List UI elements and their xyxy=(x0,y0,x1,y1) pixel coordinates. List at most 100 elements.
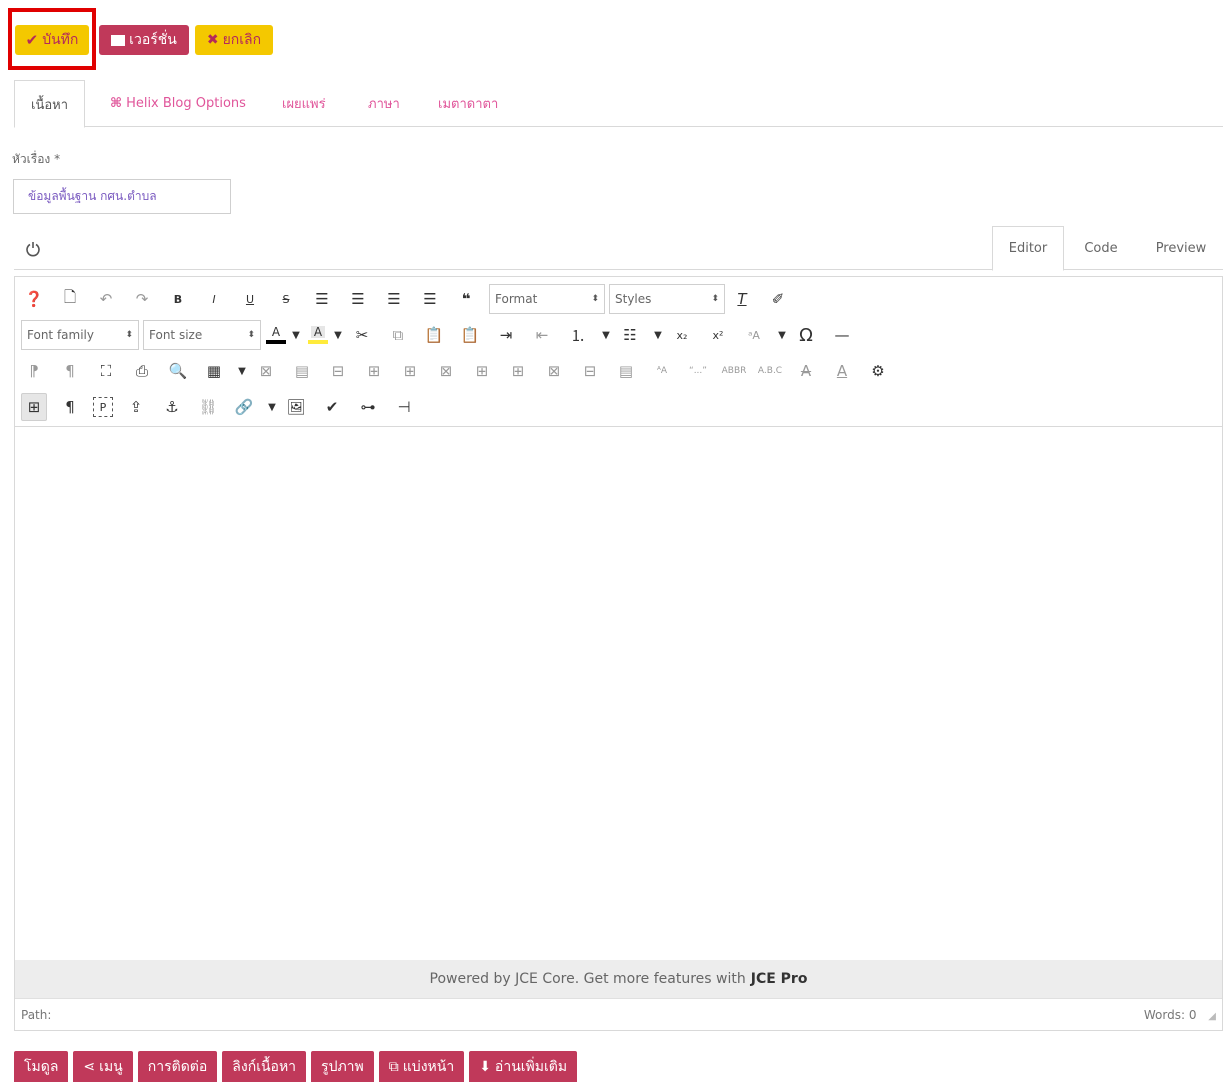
chevron-down-icon[interactable]: ▼ xyxy=(333,321,343,349)
table-row-before-icon[interactable]: ⊞ xyxy=(361,357,387,385)
gear-icon[interactable]: ⚙ xyxy=(865,357,891,385)
module-button[interactable]: โมดูล xyxy=(14,1051,69,1082)
font-family-select[interactable]: Font family ⬍ xyxy=(21,320,139,350)
chevron-down-icon[interactable]: ▼ xyxy=(653,321,663,349)
help-icon[interactable]: ❓ xyxy=(21,285,47,313)
page-break-icon[interactable]: ⊶ xyxy=(355,393,381,421)
delete-text-icon[interactable]: A xyxy=(793,357,819,385)
page-break-button[interactable]: ⧉ แบ่งหน้า xyxy=(378,1051,465,1082)
undo-icon[interactable]: ↶ xyxy=(93,285,119,313)
chevron-down-icon[interactable]: ▼ xyxy=(291,321,301,349)
special-character-icon[interactable]: Ω xyxy=(793,321,819,349)
bold-icon[interactable]: B xyxy=(165,285,191,313)
align-center-icon[interactable]: ☰ xyxy=(345,285,371,313)
contact-button[interactable]: การติดต่อ xyxy=(137,1051,218,1082)
table-icon[interactable]: ▦ xyxy=(201,357,227,385)
copy-icon[interactable]: ⧉ xyxy=(385,321,411,349)
table-merge-cells-icon[interactable]: ▤ xyxy=(613,357,639,385)
tab-content[interactable]: เนื้อหา xyxy=(14,80,86,128)
rtl-icon[interactable]: ¶ xyxy=(57,357,83,385)
paste-icon[interactable]: 📋 xyxy=(421,321,447,349)
save-button[interactable]: ✔ บันทึก xyxy=(15,25,89,55)
table-delete-row-icon[interactable]: ⊠ xyxy=(433,357,459,385)
blockquote-icon[interactable]: ❝ xyxy=(453,285,479,313)
text-color-button[interactable]: A xyxy=(265,326,287,344)
cut-icon[interactable]: ✂ xyxy=(349,321,375,349)
new-document-icon[interactable]: 🗋 xyxy=(57,285,83,313)
article-link-button[interactable]: ลิงก์เนื้อหา xyxy=(222,1051,307,1082)
table-col-after-icon[interactable]: ⊞ xyxy=(505,357,531,385)
spellcheck-icon[interactable]: ✔ xyxy=(319,393,345,421)
table-cell-props-icon[interactable]: ⊟ xyxy=(325,357,351,385)
title-input[interactable]: ข้อมูลพื้นฐาน กศน.ตำบล xyxy=(13,179,231,214)
styles-select[interactable]: Styles ⬍ xyxy=(609,284,725,314)
table-row-props-icon[interactable]: ▤ xyxy=(289,357,315,385)
background-color-button[interactable]: A xyxy=(307,326,329,344)
tab-helix-blog-options[interactable]: ⌘ Helix Blog Options xyxy=(110,80,246,127)
search-icon[interactable]: 🔍 xyxy=(165,357,191,385)
tab-code[interactable]: Code xyxy=(1068,226,1134,270)
link-icon[interactable]: 🔗 xyxy=(231,393,257,421)
align-left-icon[interactable]: ☰ xyxy=(309,285,335,313)
redo-icon[interactable]: ↷ xyxy=(129,285,155,313)
table-delete-col-icon[interactable]: ⊠ xyxy=(541,357,567,385)
power-toggle-icon[interactable] xyxy=(24,240,42,258)
version-button[interactable]: เวอร์ชั่น xyxy=(99,25,189,55)
outdent-icon[interactable]: ⇤ xyxy=(529,321,555,349)
align-right-icon[interactable]: ☰ xyxy=(381,285,407,313)
subscript-icon[interactable]: x₂ xyxy=(669,321,695,349)
resize-handle-icon[interactable]: ◢ xyxy=(1208,1011,1216,1022)
chevron-down-icon[interactable]: ▼ xyxy=(601,321,611,349)
table-delete-icon[interactable]: ⊠ xyxy=(253,357,279,385)
anchor-icon[interactable]: ⚓ xyxy=(159,393,185,421)
clear-formatting-icon[interactable]: T xyxy=(729,285,755,313)
show-blocks-icon[interactable]: ¶ xyxy=(57,393,83,421)
citation-icon[interactable]: ᴬA xyxy=(649,357,675,385)
paste-text-icon[interactable]: 📋 xyxy=(457,321,483,349)
chevron-down-icon[interactable]: ▼ xyxy=(237,357,247,385)
image-button[interactable]: รูปภาพ xyxy=(311,1051,374,1082)
table-split-cells-icon[interactable]: ⊟ xyxy=(577,357,603,385)
font-size-select[interactable]: Font size ⬍ xyxy=(143,320,261,350)
chevron-down-icon[interactable]: ▼ xyxy=(267,393,277,421)
insert-text-icon[interactable]: A xyxy=(829,357,855,385)
image-icon[interactable]: 🖼 xyxy=(283,393,309,421)
cancel-button[interactable]: ✖ ยกเลิก xyxy=(195,25,273,55)
tab-preview[interactable]: Preview xyxy=(1144,226,1218,270)
unordered-list-icon[interactable]: ☷ xyxy=(617,321,643,349)
visual-chars-icon[interactable]: P xyxy=(93,397,113,417)
table-row-after-icon[interactable]: ⊞ xyxy=(397,357,423,385)
menu-button[interactable]: ⋖ เมนู xyxy=(73,1051,133,1082)
upload-icon[interactable]: ⇪ xyxy=(123,393,149,421)
charmap-case-icon[interactable]: ᵃA xyxy=(741,321,767,349)
table-col-before-icon[interactable]: ⊞ xyxy=(469,357,495,385)
unlink-icon[interactable]: ⛓ xyxy=(195,393,221,421)
read-more-icon[interactable]: ⊣ xyxy=(391,393,417,421)
strikethrough-icon[interactable]: S xyxy=(273,285,299,313)
visual-aid-icon[interactable]: ⊞ xyxy=(21,393,47,421)
fullscreen-icon[interactable]: ⛶ xyxy=(93,357,119,385)
chevron-down-icon[interactable]: ▼ xyxy=(777,321,787,349)
tab-editor[interactable]: Editor xyxy=(992,226,1064,271)
horizontal-rule-icon[interactable]: — xyxy=(829,321,855,349)
cleanup-icon[interactable]: ✐ xyxy=(765,285,791,313)
ltr-icon[interactable]: ⁋ xyxy=(21,357,47,385)
read-more-button[interactable]: ⬇ อ่านเพิ่มเติม xyxy=(469,1051,578,1082)
align-justify-icon[interactable]: ☰ xyxy=(417,285,443,313)
acronym-icon[interactable]: A.B.C xyxy=(757,357,783,385)
underline-icon[interactable]: U xyxy=(237,285,263,313)
jce-pro-link[interactable]: JCE Pro xyxy=(751,971,808,987)
tab-language[interactable]: ภาษา xyxy=(368,80,400,127)
tab-label: เผยแพร่ xyxy=(282,97,326,112)
print-icon[interactable]: ⎙ xyxy=(129,357,155,385)
italic-icon[interactable]: I xyxy=(201,285,227,313)
abbreviation-icon[interactable]: ABBR xyxy=(721,357,747,385)
quote-icon[interactable]: “...” xyxy=(685,357,711,385)
tab-publishing[interactable]: เผยแพร่ xyxy=(282,80,326,127)
indent-icon[interactable]: ⇥ xyxy=(493,321,519,349)
superscript-icon[interactable]: x² xyxy=(705,321,731,349)
ordered-list-icon[interactable]: ⒈ xyxy=(565,321,591,349)
editor-content-area[interactable] xyxy=(15,428,1222,960)
format-select[interactable]: Format ⬍ xyxy=(489,284,605,314)
tab-metadata[interactable]: เมตาดาตา xyxy=(438,80,498,127)
